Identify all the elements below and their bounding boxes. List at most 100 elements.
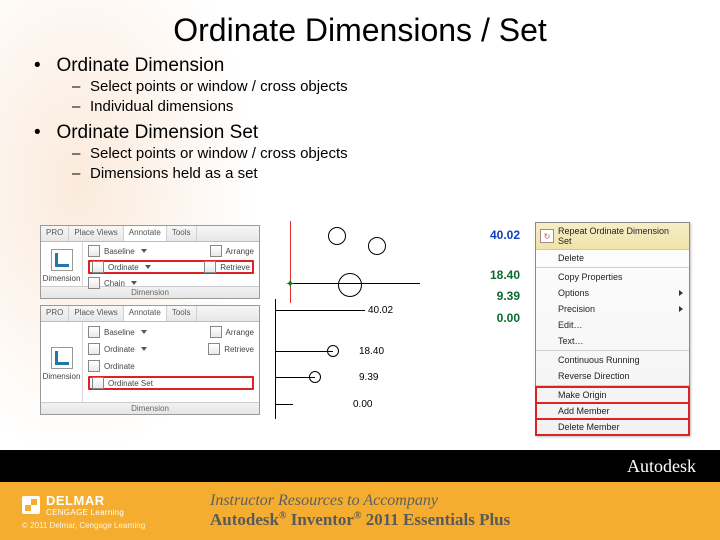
autodesk-brand: Autodesk [627,456,696,477]
caret-icon [141,330,147,334]
ctx-add-member[interactable]: Add Member [536,403,689,419]
ordinate-label-b: Ordinate [104,345,135,354]
ord-val-2: 9.39 [359,372,378,383]
dimension-label: Dimension [43,274,81,283]
ordinate-set-label: Ordinate Set [108,379,153,388]
ctx-options-label: Options [558,288,589,298]
ctx-header[interactable]: ↻ Repeat Ordinate Dimension Set [536,223,689,250]
ctx-add-label: Add Member [558,406,610,416]
caret-icon [141,347,147,351]
ordinate-menu-icon [88,360,100,372]
rnum-mid2: 9.39 [480,286,520,308]
chain-label: Chain [104,279,125,288]
ctx-reverse-label: Reverse Direction [558,371,630,381]
ordinate-button[interactable]: Ordinate Retrieve [88,260,254,274]
ribbon-panel-top: PRO Place Views Annotate Tools Dimension… [40,225,260,299]
ctx-text-label: Text… [558,336,584,346]
ribbon-panel-bottom: PRO Place Views Annotate Tools Dimension… [40,305,260,415]
tab-tools[interactable]: Tools [167,226,197,241]
ctx-reverse-direction[interactable]: Reverse Direction [536,368,689,384]
chain-icon [88,277,100,289]
rnum-mid1: 18.40 [480,265,520,287]
submenu-arrow-icon [679,290,683,296]
submenu-arrow-icon [679,306,683,312]
arrange-label-b: Arrange [226,328,254,337]
arrange-icon [210,245,222,257]
bullet-2-sub-1: Select points or window / cross objects [72,144,690,164]
ctx-header-label: Repeat Ordinate Dimension Set [558,226,685,246]
ctx-origin-label: Make Origin [558,390,607,400]
ordinate-set-icon [92,377,104,389]
ctx-edit[interactable]: Edit… [536,317,689,333]
dimension-button-b[interactable]: Dimension [41,322,83,402]
footer-line1: Instructor Resources to Accompany [210,492,720,510]
tab-tools-b[interactable]: Tools [167,306,197,321]
bullet-2-sub-2: Dimensions held as a set [72,164,690,184]
ord-val-0: 40.02 [368,305,393,316]
ctx-copy-properties[interactable]: Copy Properties [536,269,689,285]
delmar-sub: CENGAGE Learning [46,508,124,517]
ordinate-set-menu-item[interactable]: Ordinate Set [88,376,254,390]
ctx-precision[interactable]: Precision [536,301,689,317]
ribbon-tabs: PRO Place Views Annotate Tools [41,226,259,242]
baseline-label: Baseline [104,247,135,256]
ordinate-drawing: 40.02 18.40 9.39 0.00 [265,299,465,419]
dimension-button[interactable]: Dimension [41,242,83,286]
ordinate-icon [92,261,104,273]
arrange-label: Arrange [226,247,254,256]
slide-title: Ordinate Dimensions / Set [0,0,720,55]
ctx-precision-label: Precision [558,304,595,314]
ordinate-icon-b [88,343,100,355]
ctx-delmem-label: Delete Member [558,422,620,432]
bullet-1: Ordinate Dimension [56,55,224,76]
tab-pro[interactable]: PRO [41,226,69,241]
footer-text: Instructor Resources to Accompany Autode… [170,492,720,530]
ctx-make-origin[interactable]: Make Origin [536,387,689,403]
arrange-icon-b [210,326,222,338]
retrieve-icon [204,261,216,273]
bullet-1-sub-1: Select points or window / cross objects [72,77,690,97]
ribbon-tabs-b: PRO Place Views Annotate Tools [41,306,259,322]
ctx-text[interactable]: Text… [536,333,689,349]
caret-icon [131,281,137,285]
ordinate-menu-item[interactable]: Ordinate [88,359,254,373]
ord-val-1: 18.40 [359,346,384,357]
ordinate-button-b[interactable]: Ordinate Retrieve [88,342,254,356]
ord-val-3: 0.00 [353,399,372,410]
bullet-1-sub-2: Individual dimensions [72,97,690,117]
context-menu: ↻ Repeat Ordinate Dimension Set Delete C… [535,222,690,436]
dimension-label-b: Dimension [43,372,81,381]
baseline-icon-b [88,326,100,338]
right-dim-numbers: 40.02 18.40 9.39 0.00 [480,225,520,329]
ctx-options[interactable]: Options [536,285,689,301]
tab-pro-b[interactable]: PRO [41,306,69,321]
chain-button[interactable]: Chain [88,277,254,289]
ordinate-menu-label: Ordinate [104,362,135,371]
dimension-icon [51,249,73,271]
ctx-copy-label: Copy Properties [558,272,623,282]
delmar-name: DELMAR [46,493,124,508]
tab-place-views-b[interactable]: Place Views [69,306,123,321]
baseline-label-b: Baseline [104,328,135,337]
tab-annotate[interactable]: Annotate [124,226,167,241]
tab-place-views[interactable]: Place Views [69,226,123,241]
bullet-2: Ordinate Dimension Set [56,122,258,143]
ctx-cont-label: Continuous Running [558,355,640,365]
ctx-delete[interactable]: Delete [536,250,689,266]
ribbon-footer-b: Dimension [41,402,259,414]
caret-icon [145,265,151,269]
tab-annotate-b[interactable]: Annotate [124,306,167,321]
baseline-button-b[interactable]: Baseline Arrange [88,325,254,339]
ctx-continuous-running[interactable]: Continuous Running [536,352,689,368]
baseline-button[interactable]: Baseline Arrange [88,245,254,257]
caret-icon [141,249,147,253]
ordinate-label: Ordinate [108,263,139,272]
retrieve-icon-b [208,343,220,355]
rnum-top: 40.02 [480,225,520,247]
ctx-delete-member[interactable]: Delete Member [536,419,689,435]
footer: DELMAR CENGAGE Learning © 2011 Delmar, C… [0,482,720,540]
retrieve-label: Retrieve [220,263,250,272]
blackbar: Autodesk [0,450,720,482]
retrieve-label-b: Retrieve [224,345,254,354]
ctx-edit-label: Edit… [558,320,583,330]
